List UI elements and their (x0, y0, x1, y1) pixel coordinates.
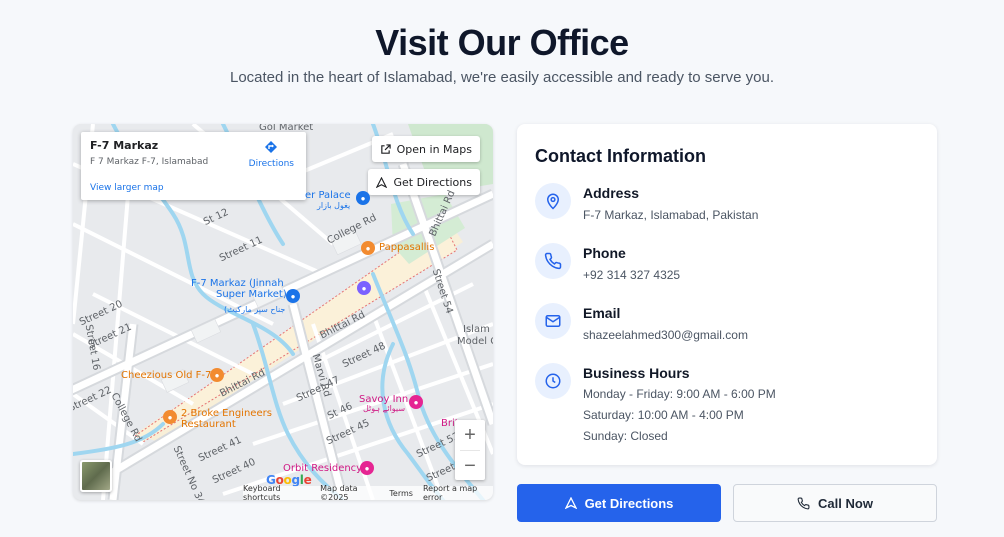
contact-phone: Phone +92 314 327 4325 (535, 243, 680, 282)
terms-link[interactable]: Terms (389, 489, 413, 498)
hours-label: Business Hours (583, 365, 690, 381)
hotel-pin-icon[interactable]: ● (409, 395, 423, 409)
mail-icon (535, 303, 571, 339)
navigation-icon (376, 176, 388, 188)
restaurant-pin-icon[interactable]: ● (210, 368, 224, 382)
map-directions-link[interactable]: Directions (249, 140, 294, 169)
map-label: Gol Market (259, 124, 314, 133)
address-label: Address (583, 185, 640, 201)
view-larger-map-link[interactable]: View larger map (90, 183, 164, 193)
call-now-label: Call Now (818, 495, 873, 511)
directions-icon (265, 141, 278, 153)
map-poi-label: er Palace (305, 190, 351, 201)
hours-saturday: Saturday: 10:00 AM - 4:00 PM (583, 408, 744, 422)
contact-card: Contact Information Address F-7 Markaz, … (517, 124, 937, 465)
map-poi-label: سیوائے ہوٹل (363, 404, 406, 413)
keyboard-shortcuts-link[interactable]: Keyboard shortcuts (243, 484, 310, 500)
map-poi-label: Restaurant (181, 419, 236, 430)
map-label: Model Co (457, 336, 493, 347)
map-poi-label: F-7 Markaz (Jinnah (191, 278, 284, 289)
open-in-maps-label: Open in Maps (396, 142, 472, 156)
external-link-icon (380, 143, 391, 154)
satellite-toggle-button[interactable] (80, 460, 112, 492)
phone-icon (535, 243, 571, 279)
map-attribution: Keyboard shortcuts Map data ©2025 Terms … (243, 484, 493, 500)
zoom-controls: + − (455, 420, 485, 480)
contact-title: Contact Information (535, 146, 706, 166)
hotel-pin-icon[interactable]: ● (360, 461, 374, 475)
phone-value[interactable]: +92 314 327 4325 (583, 268, 680, 282)
page-title: Visit Our Office (375, 22, 629, 63)
map-poi-label: 2 Broke Engineers (181, 408, 272, 419)
map-poi-label: Super Market) (216, 289, 287, 300)
map-place-card: F-7 Markaz F 7 Markaz F-7, Islamabad Dir… (81, 132, 306, 200)
map-get-directions-button[interactable]: Get Directions (368, 169, 480, 195)
restaurant-pin-icon[interactable]: ● (163, 410, 177, 424)
clock-icon (535, 363, 571, 399)
map-poi-label: Cheezious Old F-7 (121, 370, 212, 381)
shopping-pin-icon[interactable]: ● (356, 191, 370, 205)
address-value: F-7 Markaz, Islamabad, Pakistan (583, 208, 759, 222)
get-directions-label: Get Directions (584, 495, 674, 511)
zoom-in-button[interactable]: + (455, 420, 485, 450)
map-poi-label: یغول بازار (317, 201, 351, 210)
hours-sunday: Sunday: Closed (583, 429, 668, 443)
page-subtitle: Located in the heart of Islamabad, we're… (229, 69, 774, 86)
contact-address: Address F-7 Markaz, Islamabad, Pakistan (535, 183, 758, 222)
contact-email: Email shazeelahmed300@gmail.com (535, 303, 748, 342)
open-in-maps-button[interactable]: Open in Maps (371, 136, 480, 162)
phone-label: Phone (583, 245, 626, 261)
hours-weekday: Monday - Friday: 9:00 AM - 6:00 PM (583, 387, 776, 401)
map-poi-label: Pappasallis (379, 242, 435, 253)
map-data-text: Map data ©2025 (320, 484, 358, 500)
get-directions-button[interactable]: Get Directions (517, 484, 721, 522)
email-label: Email (583, 305, 621, 321)
map-get-directions-label: Get Directions (393, 175, 472, 189)
embedded-map[interactable]: F-7 Markaz F 7 Markaz F-7, Islamabad Dir… (73, 124, 493, 500)
shopping-pin-icon[interactable]: ● (286, 289, 300, 303)
phone-icon (797, 497, 810, 509)
location-pin-icon (535, 183, 571, 219)
email-value[interactable]: shazeelahmed300@gmail.com (583, 328, 748, 342)
call-now-button[interactable]: Call Now (733, 484, 937, 522)
zoom-out-button[interactable]: − (455, 451, 485, 481)
navigation-icon (564, 497, 577, 509)
restaurant-pin-icon[interactable]: ● (361, 241, 375, 255)
map-poi-label: (جناح سپر مارکیٹ (224, 305, 286, 314)
contact-hours: Business Hours Monday - Friday: 9:00 AM … (535, 363, 776, 447)
report-error-link[interactable]: Report a map error (423, 484, 489, 500)
map-label: Islam (463, 324, 490, 335)
fuel-pin-icon[interactable]: ● (357, 281, 371, 295)
map-directions-label: Directions (248, 159, 294, 169)
